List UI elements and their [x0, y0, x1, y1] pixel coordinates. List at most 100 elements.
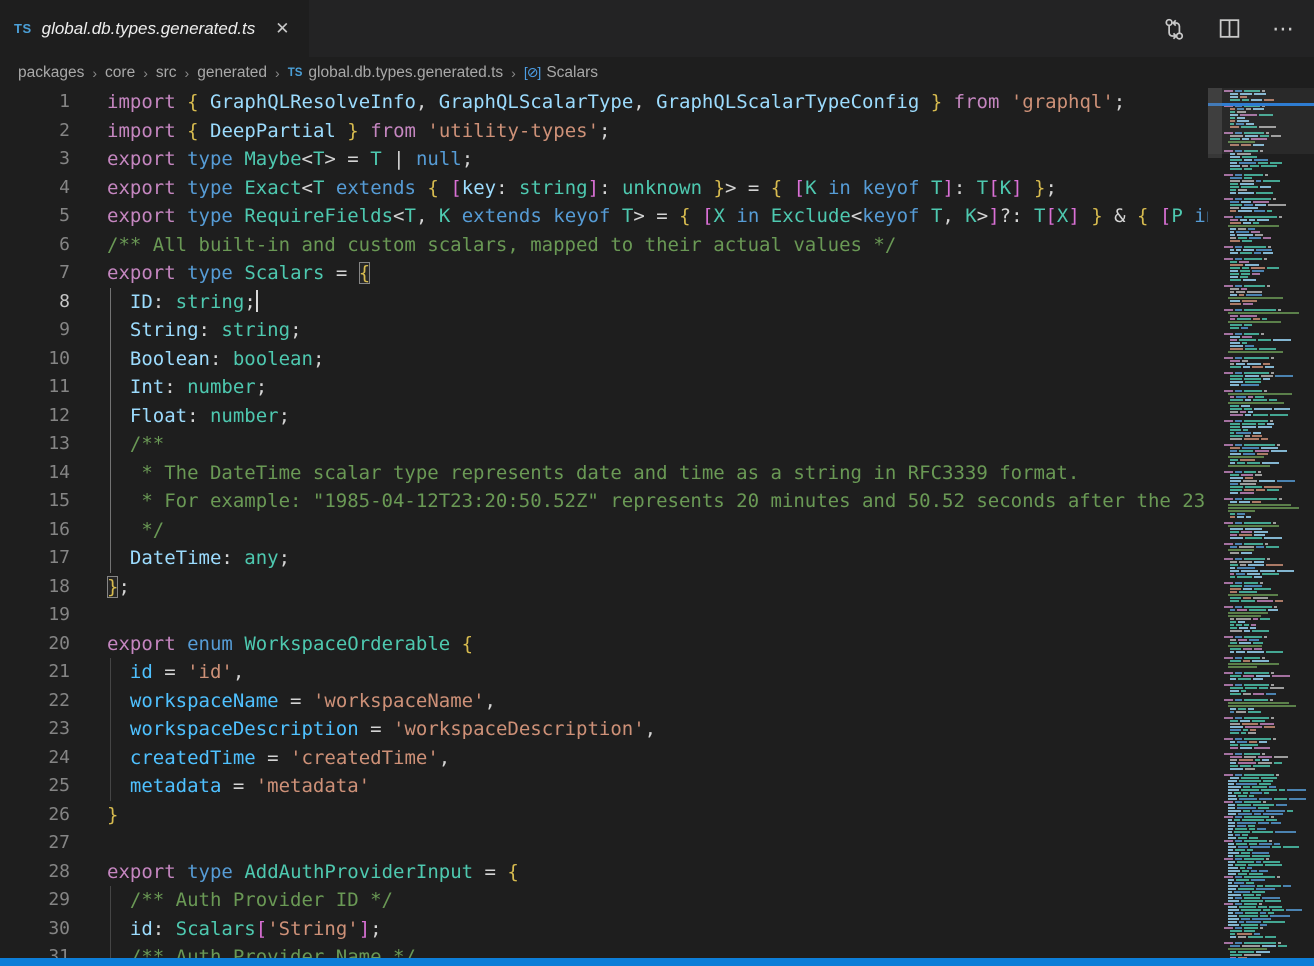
code-line[interactable]: 5export type RequireFields<T, K extends … — [0, 202, 1208, 231]
minimap-token — [1246, 921, 1261, 923]
minimap-line — [1224, 360, 1314, 362]
minimap-token — [1246, 516, 1251, 518]
code-token: number — [187, 376, 256, 398]
split-editor-icon[interactable] — [1217, 16, 1242, 41]
minimap-token — [1230, 324, 1242, 326]
code-line[interactable]: 17 DateTime: any; — [0, 544, 1208, 573]
code-line[interactable]: 21 id = 'id', — [0, 658, 1208, 687]
minimap-token — [1261, 375, 1273, 377]
line-number: 7 — [0, 259, 70, 288]
breadcrumb-item-global-db-types-generated-ts[interactable]: TSglobal.db.types.generated.ts — [288, 64, 503, 82]
code-line[interactable]: 18}; — [0, 573, 1208, 602]
minimap-token — [1230, 513, 1235, 515]
code-line[interactable]: 12 Float: number; — [0, 402, 1208, 431]
code-line[interactable]: 13 /** — [0, 430, 1208, 459]
code-line[interactable]: 16 */ — [0, 516, 1208, 545]
minimap-line — [1224, 501, 1314, 503]
minimap-token — [1244, 378, 1261, 380]
minimap-token — [1266, 546, 1279, 548]
breadcrumb-item-core[interactable]: core — [105, 64, 135, 82]
code-line[interactable]: 11 Int: number; — [0, 373, 1208, 402]
minimap-token — [1255, 234, 1263, 236]
minimap-token — [1244, 498, 1277, 500]
code-line[interactable]: 14 * The DateTime scalar type represents… — [0, 459, 1208, 488]
tab-global-db-types[interactable]: TS global.db.types.generated.ts ✕ — [0, 0, 309, 57]
code-line[interactable]: 30 id: Scalars['String']; — [0, 915, 1208, 944]
code-line[interactable]: 31 /** Auth Provider Name */ — [0, 943, 1208, 958]
code-line[interactable]: 9 String: string; — [0, 316, 1208, 345]
code-line[interactable]: 28export type AddAuthProviderInput = { — [0, 858, 1208, 887]
minimap-token — [1224, 927, 1233, 929]
minimap-token — [1235, 672, 1242, 674]
code-line[interactable]: 23 workspaceDescription = 'workspaceDesc… — [0, 715, 1208, 744]
code-line[interactable]: 7export type Scalars = { — [0, 259, 1208, 288]
minimap-token — [1224, 246, 1233, 248]
code-line[interactable]: 2import { DeepPartial } from 'utility-ty… — [0, 117, 1208, 146]
tab-close-icon[interactable]: ✕ — [271, 17, 293, 41]
minimap-token — [1235, 444, 1242, 446]
minimap-viewport[interactable] — [1208, 88, 1314, 154]
minimap-token — [1262, 657, 1265, 659]
minimap-token — [1239, 798, 1257, 800]
minimap-token — [1228, 645, 1262, 647]
minimap-token — [1224, 738, 1233, 740]
minimap-token — [1243, 588, 1252, 590]
code-token: T — [622, 205, 633, 227]
code-line[interactable]: 24 createdTime = 'createdTime', — [0, 744, 1208, 773]
code-line[interactable]: 26} — [0, 801, 1208, 830]
minimap-token — [1224, 471, 1233, 473]
minimap-token — [1230, 210, 1236, 212]
code-line[interactable]: 25 metadata = 'metadata' — [0, 772, 1208, 801]
code-editor[interactable]: 1import { GraphQLResolveInfo, GraphQLSca… — [0, 88, 1208, 958]
code-line[interactable]: 8 ID: string; — [0, 288, 1208, 317]
code-line[interactable]: 22 workspaceName = 'workspaceName', — [0, 687, 1208, 716]
minimap-token — [1243, 810, 1250, 812]
minimap-token — [1248, 396, 1253, 398]
open-changes-icon[interactable] — [1161, 16, 1187, 42]
minimap[interactable] — [1208, 88, 1314, 958]
breadcrumb-item-packages[interactable]: packages — [18, 64, 84, 82]
minimap-line — [1224, 711, 1314, 713]
code-line[interactable]: 3export type Maybe<T> = T | null; — [0, 145, 1208, 174]
code-line[interactable]: 1import { GraphQLResolveInfo, GraphQLSca… — [0, 88, 1208, 117]
minimap-token — [1230, 576, 1235, 578]
minimap-token — [1230, 342, 1240, 344]
code-line[interactable]: 4export type Exact<T extends { [key: str… — [0, 174, 1208, 203]
minimap-token — [1248, 936, 1263, 938]
code-line[interactable]: 20export enum WorkspaceOrderable { — [0, 630, 1208, 659]
code-token: } — [347, 120, 358, 142]
minimap-line — [1224, 432, 1314, 434]
code-line[interactable]: 29 /** Auth Provider ID */ — [0, 886, 1208, 915]
breadcrumb-item-src[interactable]: src — [156, 64, 177, 82]
minimap-token — [1228, 900, 1239, 902]
code-token: DateTime — [130, 547, 222, 569]
minimap-token — [1235, 912, 1243, 914]
code-token: from — [954, 91, 1000, 113]
minimap-line — [1224, 384, 1314, 386]
minimap-token — [1230, 585, 1242, 587]
minimap-blank-line — [1224, 387, 1314, 389]
minimap-token — [1238, 888, 1254, 890]
minimap-line — [1224, 321, 1314, 323]
line-content: workspaceDescription = 'workspaceDescrip… — [70, 715, 1208, 744]
code-line[interactable]: 10 Boolean: boolean; — [0, 345, 1208, 374]
minimap-token — [1230, 537, 1243, 539]
code-line[interactable]: 27 — [0, 829, 1208, 858]
code-line[interactable]: 6/** All built-in and custom scalars, ma… — [0, 231, 1208, 260]
minimap-line — [1224, 768, 1314, 770]
vertical-scrollbar[interactable] — [1208, 88, 1222, 158]
minimap-token — [1276, 804, 1287, 806]
code-line[interactable]: 19 — [0, 601, 1208, 630]
minimap-line — [1224, 576, 1314, 578]
line-number: 17 — [0, 544, 70, 573]
more-actions-icon[interactable]: ⋯ — [1272, 0, 1296, 57]
breadcrumb-item-generated[interactable]: generated — [197, 64, 267, 82]
tab-bar-spacer — [309, 0, 1161, 57]
minimap-token — [1239, 450, 1253, 452]
breadcrumb-item-scalars[interactable]: [⊘]Scalars — [524, 64, 598, 82]
code-line[interactable]: 15 * For example: "1985-04-12T23:20:50.5… — [0, 487, 1208, 516]
code-token: /** — [107, 433, 164, 455]
code-token: T — [977, 177, 988, 199]
minimap-token — [1230, 438, 1242, 440]
minimap-token — [1228, 849, 1233, 851]
